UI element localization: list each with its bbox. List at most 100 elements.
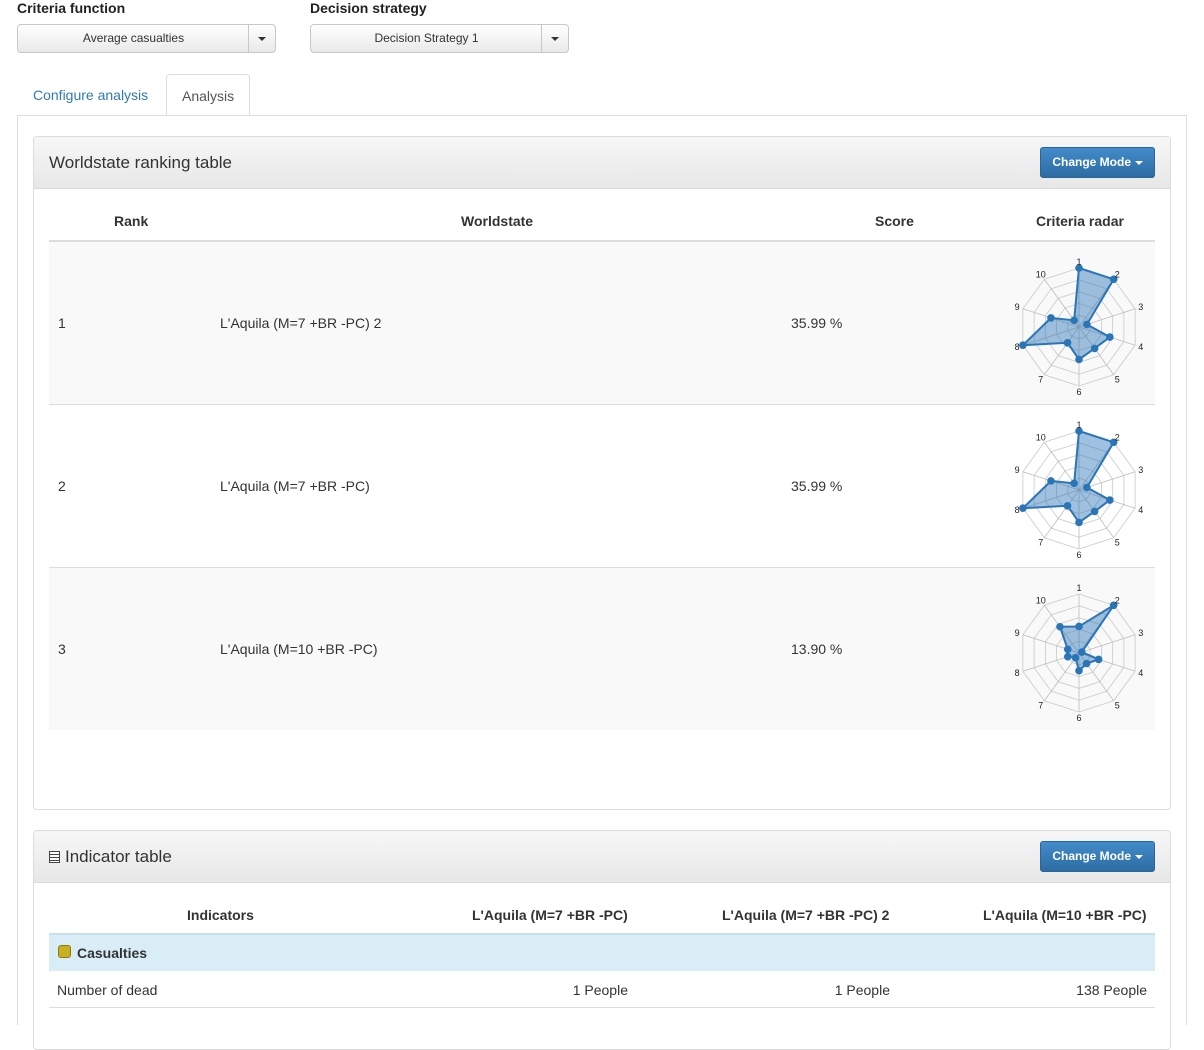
criteria-radar-chart: 1 2 3 4 5 6 7 8 9 10 — [1015, 420, 1144, 560]
rank-cell: 1 — [58, 315, 66, 331]
change-mode-label: Change Mode — [1052, 155, 1131, 169]
casualties-group-icon — [58, 945, 71, 958]
table-row[interactable]: 1 L'Aquila (M=7 +BR -PC) 2 35.99 % 1 2 3 4 5… — [49, 242, 1155, 404]
indicator-group-label: Casualties — [77, 945, 148, 961]
radar-point — [1063, 645, 1072, 654]
radar-point — [1070, 316, 1078, 325]
criteria-radar-chart: 1 2 3 4 5 6 7 8 9 10 — [1015, 257, 1144, 397]
radar-axis-label: 7 — [1038, 538, 1043, 548]
radar-axis-label: 5 — [1115, 375, 1120, 385]
radar-point — [1063, 652, 1072, 661]
score-cell: 35.99 % — [791, 478, 843, 494]
radar-axis-label: 9 — [1015, 302, 1020, 312]
chevron-down-icon — [551, 37, 559, 41]
radar-axis-label: 9 — [1015, 628, 1020, 638]
radar-axis-label: 3 — [1138, 302, 1143, 312]
radar-axis-label: 4 — [1138, 342, 1143, 352]
radar-point — [1019, 341, 1027, 350]
criteria-function-dropdown-toggle[interactable] — [248, 25, 275, 52]
radar-axis-label: 3 — [1138, 465, 1143, 475]
radar-point — [1075, 622, 1083, 631]
score-cell: 35.99 % — [791, 315, 843, 331]
ranking-panel-header: Worldstate ranking table Change Mode — [34, 137, 1170, 189]
radar-axis-label: 4 — [1138, 668, 1143, 678]
radar-point — [1071, 653, 1080, 662]
tab-configure-analysis[interactable]: Configure analysis — [18, 74, 163, 115]
radar-point — [1083, 483, 1091, 492]
analysis-tab-pane: Worldstate ranking table Change Mode Ran… — [17, 115, 1187, 1050]
decision-strategy-select[interactable]: Decision Strategy 1 — [310, 24, 569, 53]
criteria-radar-chart: 1 2 3 4 5 6 7 8 9 10 — [1015, 583, 1144, 723]
radar-point — [1090, 507, 1099, 516]
indicator-panel-title: Indicator table — [65, 847, 172, 866]
radar-point — [1019, 504, 1027, 513]
table-row[interactable]: 2 L'Aquila (M=7 +BR -PC) 35.99 % 1 2 3 4 5 6 7… — [49, 405, 1155, 567]
radar-axis-label: 1 — [1076, 583, 1081, 593]
radar-axis-label: 8 — [1015, 668, 1020, 678]
column-header-worldstate-1[interactable]: L'Aquila (M=7 +BR -PC) — [472, 907, 628, 923]
list-icon — [49, 851, 60, 863]
radar-point — [1047, 314, 1055, 322]
indicator-name-cell: Number of dead — [57, 982, 158, 998]
radar-axis-label: 6 — [1076, 550, 1081, 560]
column-header-worldstate[interactable]: Worldstate — [461, 213, 533, 229]
radar-point — [1075, 666, 1083, 675]
radar-point — [1070, 479, 1078, 488]
worldstate-cell: L'Aquila (M=7 +BR -PC) — [220, 478, 370, 494]
ranking-change-mode-button[interactable]: Change Mode — [1040, 147, 1155, 178]
indicator-value-cell: 1 People — [834, 982, 890, 998]
radar-point — [1075, 355, 1083, 364]
change-mode-label: Change Mode — [1052, 849, 1131, 863]
radar-axis-label: 9 — [1015, 465, 1020, 475]
radar-axis-label: 8 — [1015, 505, 1020, 515]
table-row[interactable]: Number of dead 1 People 1 People 138 Peo… — [49, 971, 1155, 1007]
radar-point — [1090, 344, 1099, 353]
radar-axis-label: 10 — [1036, 595, 1046, 605]
criteria-function-select[interactable]: Average casualties — [17, 24, 276, 53]
tab-analysis[interactable]: Analysis — [166, 74, 250, 115]
radar-point — [1082, 659, 1091, 668]
column-header-worldstate-2[interactable]: L'Aquila (M=7 +BR -PC) 2 — [722, 907, 889, 923]
radar-axis-label: 2 — [1115, 432, 1120, 442]
radar-axis-label: 6 — [1076, 713, 1081, 723]
radar-point — [1063, 501, 1072, 510]
radar-axis-label: 8 — [1015, 342, 1020, 352]
criteria-function-value: Average casualties — [82, 31, 185, 45]
table-row[interactable]: 3 L'Aquila (M=10 +BR -PC) 13.90 % 1 2 3 4 5 6… — [49, 568, 1155, 730]
column-header-criteria-radar: Criteria radar — [1036, 213, 1124, 229]
indicator-table-panel: Indicator table Change Mode Indicators L… — [33, 830, 1171, 1050]
rank-cell: 3 — [58, 641, 66, 657]
indicator-panel-title-wrap: Indicator table — [49, 847, 172, 867]
decision-strategy-dropdown-toggle[interactable] — [541, 25, 568, 52]
decision-strategy-label: Decision strategy — [310, 0, 427, 16]
radar-point — [1078, 648, 1086, 656]
radar-point — [1106, 333, 1114, 341]
decision-strategy-value: Decision Strategy 1 — [374, 31, 479, 45]
column-header-indicators[interactable]: Indicators — [187, 907, 254, 923]
indicator-panel-header: Indicator table Change Mode — [34, 831, 1170, 883]
radar-axis-label: 2 — [1115, 595, 1120, 605]
radar-axis-label: 1 — [1076, 257, 1081, 267]
row-divider — [49, 1007, 1155, 1008]
radar-point — [1083, 320, 1091, 329]
indicator-change-mode-button[interactable]: Change Mode — [1040, 841, 1155, 872]
worldstate-cell: L'Aquila (M=10 +BR -PC) — [220, 641, 378, 657]
column-header-score[interactable]: Score — [875, 213, 914, 229]
radar-axis-label: 1 — [1076, 420, 1081, 430]
indicator-group-row[interactable]: Casualties — [49, 933, 1155, 971]
caret-down-icon — [1135, 854, 1143, 859]
column-header-rank[interactable]: Rank — [114, 213, 148, 229]
indicator-value-cell: 1 People — [572, 982, 628, 998]
indicator-value-cell: 138 People — [1076, 982, 1147, 998]
rank-cell: 2 — [58, 478, 66, 494]
worldstate-ranking-panel: Worldstate ranking table Change Mode Ran… — [33, 136, 1171, 810]
caret-down-icon — [1135, 160, 1143, 165]
radar-point — [1063, 338, 1072, 347]
radar-axis-label: 5 — [1115, 538, 1120, 548]
radar-axis-label: 10 — [1036, 432, 1046, 442]
column-header-worldstate-3[interactable]: L'Aquila (M=10 +BR -PC) — [983, 907, 1147, 923]
radar-point — [1094, 655, 1103, 664]
radar-axis-label: 6 — [1076, 387, 1081, 397]
radar-axis-label: 5 — [1115, 701, 1120, 711]
radar-axis-label: 7 — [1038, 701, 1043, 711]
